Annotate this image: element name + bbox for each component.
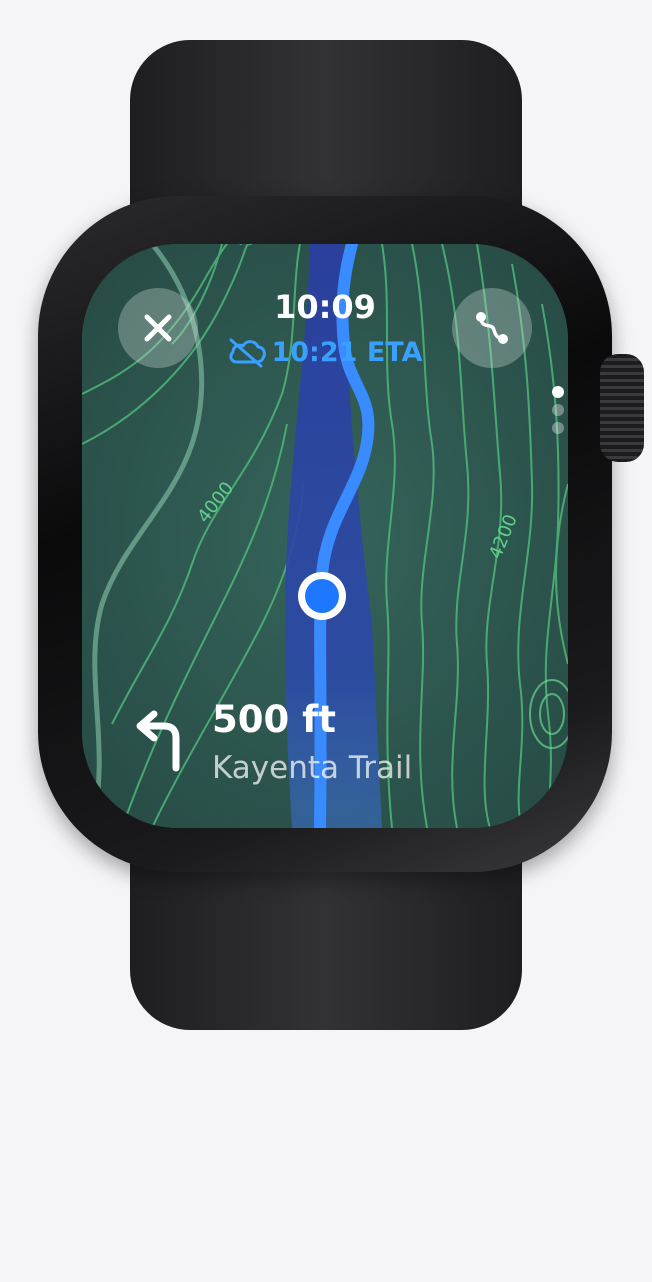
current-location-dot — [305, 579, 339, 613]
cloud-offline-icon — [229, 338, 267, 368]
route-overview-button[interactable] — [452, 288, 532, 368]
watch-device: 4000 4200 10:09 10:21 ETA 500 ft Kayenta… — [0, 0, 652, 1282]
page-indicator[interactable] — [552, 386, 564, 440]
turn-distance: 500 ft — [212, 698, 336, 741]
page-dot-2[interactable] — [552, 404, 564, 416]
street-name: Kayenta Trail — [212, 750, 413, 786]
page-dot-1[interactable] — [552, 386, 564, 398]
page-dot-3[interactable] — [552, 422, 564, 434]
close-button[interactable] — [118, 288, 198, 368]
eta-text: 10:21 ETA — [271, 336, 423, 368]
route-icon — [476, 312, 508, 344]
turn-left-arrow-icon — [136, 710, 180, 772]
watch-screen: 4000 4200 10:09 10:21 ETA 500 ft Kayenta… — [82, 244, 568, 828]
close-icon — [144, 314, 172, 342]
digital-crown[interactable] — [600, 354, 644, 462]
